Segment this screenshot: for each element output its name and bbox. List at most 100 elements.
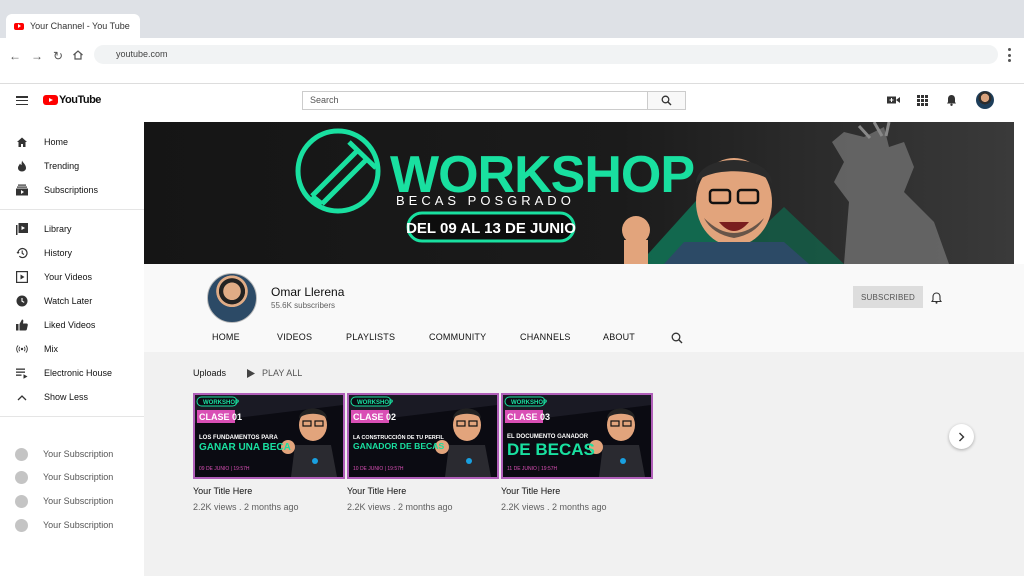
sidebar-item-mix[interactable]: Mix	[0, 337, 144, 361]
forward-arrow-icon[interactable]: →	[31, 50, 43, 62]
search-button[interactable]	[648, 91, 686, 110]
video-thumbnail[interactable]: WORKSHOP CLASE 01 LOS FUNDAMENTOS PARA G…	[193, 393, 345, 479]
browser-tab-bar	[0, 0, 1024, 38]
sidebar-item-label: Watch Later	[44, 296, 93, 306]
thumbnail-line2: GANAR UNA BECA	[199, 442, 291, 453]
play-all-button[interactable]: PLAY ALL	[247, 368, 302, 378]
sidebar-item-show-less[interactable]: Show Less	[0, 385, 144, 409]
subscriber-count: 55.6K subscribers	[271, 301, 336, 310]
uploads-heading: Uploads	[193, 368, 227, 378]
chevron-up-icon	[16, 391, 28, 403]
thumbnail-date: 11 DE JUNIO | 19:57H	[507, 466, 558, 472]
tab-about[interactable]: ABOUT	[603, 332, 635, 342]
thumbnail-line1: LA CONSTRUCCIÓN DE TU PERFIL	[353, 433, 445, 441]
video-title[interactable]: Your Title Here	[501, 486, 560, 496]
home-icon	[16, 136, 28, 148]
create-video-icon[interactable]	[886, 93, 900, 107]
thumbs-up-icon	[16, 319, 28, 331]
video-thumbnail[interactable]: WORKSHOP CLASE 03 EL DOCUMENTO GANADOR D…	[501, 393, 653, 479]
banner-dates: DEL 09 AL 13 DE JUNIO	[406, 220, 576, 237]
broadcast-icon	[16, 343, 28, 355]
sidebar-item-your-videos[interactable]: Your Videos	[0, 265, 144, 289]
youtube-logo-icon	[43, 95, 58, 105]
search-input[interactable]: Search	[302, 91, 648, 110]
sidebar-item-label: Home	[44, 137, 69, 147]
sidebar-item-liked-videos[interactable]: Liked Videos	[0, 313, 144, 337]
sidebar-item-electronic-house[interactable]: Electronic House	[0, 361, 144, 385]
thumbnail-date: 09 DE JUNIO | 19:57H	[199, 466, 250, 472]
sidebar-item-label: Show Less	[44, 392, 89, 402]
play-icon	[247, 368, 255, 378]
search-icon	[661, 95, 672, 106]
your-videos-icon	[16, 271, 28, 283]
channel-avatar[interactable]	[207, 273, 257, 323]
hamburger-menu-icon[interactable]	[16, 96, 28, 105]
tab-home[interactable]: HOME	[212, 332, 240, 342]
youtube-logo[interactable]: YouTube	[43, 94, 101, 106]
address-bar[interactable]: youtube.com	[94, 45, 998, 64]
sidebar-subscription-item[interactable]: Your Subscription	[0, 465, 144, 489]
sidebar-item-label: Mix	[44, 344, 58, 354]
sidebar-divider	[0, 416, 144, 417]
fire-icon	[16, 160, 28, 172]
user-avatar[interactable]	[976, 91, 994, 109]
sidebar-item-history[interactable]: History	[0, 241, 144, 265]
thumbnail-badge: WORKSHOP	[511, 400, 547, 406]
sidebar-subscription-item[interactable]: Your Subscription	[0, 489, 144, 513]
thumbnail-line2: GANADOR DE BECAS	[353, 441, 444, 451]
video-thumbnail[interactable]: WORKSHOP CLASE 02 LA CONSTRUCCIÓN DE TU …	[347, 393, 499, 479]
subscription-label: Your Subscription	[43, 449, 114, 459]
video-title[interactable]: Your Title Here	[347, 486, 406, 496]
reload-icon[interactable]: ↻	[52, 50, 64, 62]
video-meta: 2.2K views . 2 months ago	[501, 502, 607, 512]
clock-icon	[16, 295, 28, 307]
subscription-avatar	[15, 470, 28, 484]
tab-community[interactable]: COMMUNITY	[429, 332, 486, 342]
sidebar-divider	[0, 209, 144, 210]
thumbnail-clase: CLASE 02	[353, 412, 396, 422]
video-title[interactable]: Your Title Here	[193, 486, 252, 496]
channel-name: Omar Llerena	[271, 285, 345, 299]
browser-tab[interactable]: Your Channel - You Tube	[6, 14, 140, 38]
tab-videos[interactable]: VIDEOS	[277, 332, 312, 342]
library-icon	[16, 223, 28, 235]
sidebar-subscription-item[interactable]: Your Subscription	[0, 442, 144, 466]
notifications-bell-icon[interactable]	[944, 93, 958, 107]
notification-bell-icon[interactable]	[930, 291, 943, 309]
youtube-favicon-icon	[14, 22, 24, 30]
tab-channels[interactable]: CHANNELS	[520, 332, 571, 342]
video-meta: 2.2K views . 2 months ago	[193, 502, 299, 512]
sidebar-item-home[interactable]: Home	[0, 130, 144, 154]
browser-menu-icon[interactable]	[1006, 48, 1012, 62]
channel-banner: WORKSHOP BECAS POSGRADO DEL 09 AL 13 DE …	[144, 122, 1014, 264]
thumbnail-clase: CLASE 01	[199, 412, 242, 422]
thumbnail-line1: LOS FUNDAMENTOS PARA	[199, 435, 278, 441]
home-browser-icon[interactable]	[72, 48, 84, 66]
subscription-avatar	[15, 494, 28, 508]
sidebar-item-watch-later[interactable]: Watch Later	[0, 289, 144, 313]
browser-tab-title: Your Channel - You Tube	[30, 21, 130, 31]
back-arrow-icon[interactable]: ←	[9, 50, 21, 62]
channel-search-icon[interactable]	[671, 331, 683, 349]
subscriptions-icon	[16, 184, 28, 196]
sidebar-item-label: Electronic House	[44, 368, 113, 378]
next-arrow-button[interactable]	[949, 424, 974, 449]
sidebar-item-trending[interactable]: Trending	[0, 154, 144, 178]
apps-grid-icon[interactable]	[915, 93, 929, 107]
tab-playlists[interactable]: PLAYLISTS	[346, 332, 395, 342]
sidebar-item-label: Library	[44, 224, 72, 234]
video-meta: 2.2K views . 2 months ago	[347, 502, 453, 512]
subscription-avatar	[15, 518, 28, 532]
subscribed-button[interactable]: SUBSCRIBED	[853, 286, 923, 308]
banner-subtitle: BECAS POSGRADO	[396, 193, 575, 208]
thumbnail-date: 10 DE JUNIO | 19:57H	[353, 466, 404, 472]
subscription-avatar	[15, 447, 28, 461]
thumbnail-line2: DE BECAS	[507, 440, 595, 459]
sidebar-item-library[interactable]: Library	[0, 217, 144, 241]
sidebar-item-subscriptions[interactable]: Subscriptions	[0, 178, 144, 202]
subscription-label: Your Subscription	[43, 496, 114, 506]
playlist-icon	[16, 367, 28, 379]
history-icon	[16, 247, 28, 259]
sidebar-subscription-item[interactable]: Your Subscription	[0, 513, 144, 537]
sidebar-item-label: Your Videos	[44, 272, 93, 282]
